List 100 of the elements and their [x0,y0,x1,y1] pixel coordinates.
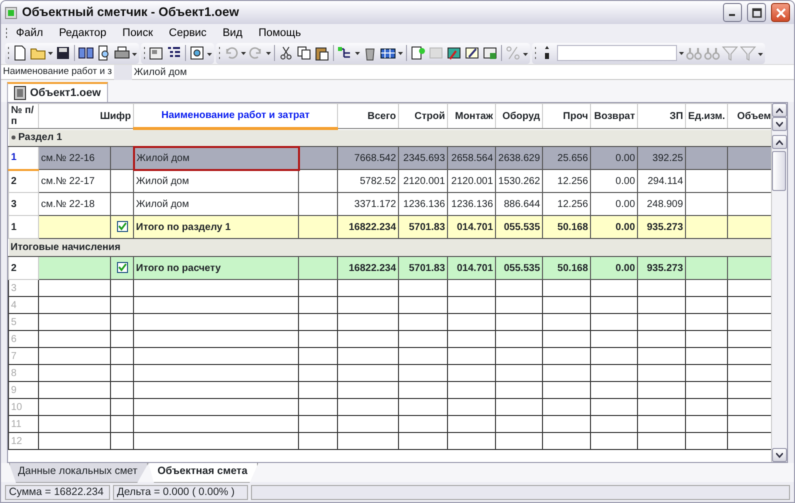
status-text: Сумма = 16822.234 [5,485,110,500]
row-number[interactable]: 2 [8,256,38,280]
section-title: Итоговые начисления [10,241,120,255]
field-label: Наименование работ и з [2,64,113,79]
column-header[interactable]: Всего [338,104,399,128]
table-cell: 055.535 [496,216,543,238]
chevron-up-icon [776,108,783,112]
menu-item[interactable]: Редактор [51,24,114,42]
table-cell: 7668.542 [338,146,399,170]
chevron-up-icon [776,140,783,144]
paste-icon[interactable] [314,45,330,61]
table-cell: Жилой дом [134,146,298,170]
column-header[interactable]: Проч [542,104,591,128]
caret-icon[interactable] [266,52,271,54]
row-number[interactable]: 1 [8,216,38,238]
table-cell: 0.00 [590,256,638,280]
scroll-down-button[interactable] [772,117,787,131]
document-tab[interactable]: Объект1.oew [7,82,108,102]
table-cell: 0.00 [590,146,638,170]
edit-icon[interactable] [464,45,480,61]
table-cell: 50.168 [542,256,591,280]
menu-item[interactable]: Файл [8,24,52,42]
grip-icon [218,46,221,60]
table-cell: 5701.83 [398,216,448,238]
add-row-icon[interactable] [410,45,426,61]
caret-icon[interactable] [355,52,360,54]
sheet-tab[interactable]: Данные локальных смет [9,463,148,483]
table-cell: 392.25 [638,146,686,170]
minimize-button[interactable] [723,3,742,22]
column-header[interactable]: Строй [398,104,448,128]
printer-icon[interactable] [114,45,130,61]
column-header[interactable]: Объем [728,104,771,128]
table-cell: 2120.001 [398,170,448,192]
table-cell: 2345.693 [398,146,448,170]
scroll-up-button[interactable] [772,135,787,149]
caret-icon[interactable] [241,52,246,54]
zoom-document-icon[interactable] [189,45,205,61]
table-cell: 50.168 [542,216,591,238]
document-icon [14,86,26,100]
grip-icon [7,46,10,60]
caret-icon[interactable] [679,52,684,54]
cut-icon[interactable] [278,45,294,61]
table-cell: 2658.564 [448,146,496,170]
column-header[interactable]: Монтаж [448,104,496,128]
close-button[interactable] [771,3,790,22]
scroll-up-button[interactable] [772,103,787,117]
row-number[interactable]: 3 [8,192,38,216]
row-number[interactable]: 2 [8,170,38,192]
tools-icon[interactable] [446,45,462,61]
grip-icon [5,27,8,39]
properties-icon[interactable] [148,45,164,61]
table-cell: Итого по расчету [134,256,298,280]
sheet-tab[interactable]: Объектная смета [148,463,258,483]
checkbox[interactable] [116,221,128,232]
column-header[interactable]: № п/п [8,104,38,128]
import-icon[interactable] [482,45,498,61]
checkbox[interactable] [116,262,128,274]
scroll-down-button[interactable] [772,448,787,462]
tree-icon[interactable] [337,45,353,61]
close-icon [776,8,786,18]
new-document-icon[interactable] [12,45,28,61]
table-cell: Итого по разделу 1 [134,216,298,238]
column-header[interactable]: Шифр [38,104,134,128]
table-cell: 0.00 [590,170,638,192]
table-cell: 935.273 [638,256,686,280]
table-cell: 16822.234 [338,256,399,280]
menu-item[interactable]: Сервис [160,24,215,42]
table-cell: 25.656 [542,146,591,170]
column-header[interactable]: Оборуд [496,104,543,128]
caret-icon[interactable] [398,52,403,54]
caret-icon[interactable] [48,52,53,54]
copy-icon[interactable] [296,45,312,61]
table-cell: 935.273 [638,216,686,238]
menu-item[interactable]: Помощь [250,24,309,42]
table-cell: 0.00 [590,216,638,238]
table-cell: 16822.234 [338,216,399,238]
field-value: Жилой дом [132,66,187,80]
app-icon [5,6,17,18]
status-text: Дельта = 0.000 ( 0.00% ) [113,485,248,500]
table-cell: 5782.52 [338,170,399,192]
check-icon [118,222,126,232]
table-cell: 014.701 [448,256,496,280]
row-number[interactable]: 1 [8,146,38,170]
book-icon[interactable] [78,45,94,61]
section-title: Раздел 1 [18,131,62,146]
menu-item[interactable]: Поиск [114,24,161,42]
column-header[interactable]: Наименование работ и затрат [134,104,338,128]
column-header[interactable]: Возврат [590,104,638,128]
column-header[interactable]: Ед.изм. [686,104,728,128]
table-cell: 2120.001 [448,170,496,192]
search-field[interactable] [557,45,677,61]
table-cell: см.№ 22-16 [38,146,110,170]
menu-item[interactable]: Вид [214,24,250,42]
column-header[interactable]: ЗП [638,104,686,128]
table-cell: 2638.629 [496,146,543,170]
grip-icon [534,46,537,60]
chevron-down-icon [776,452,783,458]
table-cell: 5701.83 [398,256,448,280]
scroll-thumb[interactable] [772,151,786,191]
maximize-button[interactable] [747,3,766,22]
